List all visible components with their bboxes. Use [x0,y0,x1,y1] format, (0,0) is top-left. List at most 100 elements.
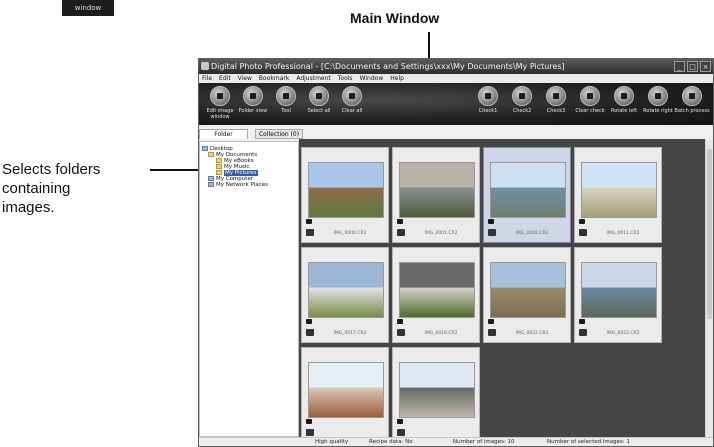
thumbnail-cell[interactable]: IMG_0001.CR2 [392,147,480,243]
thumbnail-filename: IMG_0002.CR2 [515,231,549,236]
thumbnail-image[interactable] [581,162,657,218]
select-all-label: Select all [307,108,331,114]
menu-bookmark[interactable]: Bookmark [259,74,289,83]
thumbnail-cell[interactable] [392,347,480,443]
thumbnail-image[interactable] [399,362,475,418]
camera-mark-icon [579,219,585,224]
menu-file[interactable]: File [202,74,212,83]
main-window-callout: Main Window [350,10,440,26]
raw-badge-icon [579,229,587,236]
thumbnail-image[interactable] [308,162,384,218]
batch-process-button[interactable]: Batch process [674,86,710,114]
thumbnail-filename: IMG_0023.CR2 [606,331,640,336]
check3-button[interactable]: Check3 [538,86,574,114]
camera-mark-icon [306,319,312,324]
thumbnail-cell[interactable]: IMG_0002.CR2 [483,147,571,243]
thumbnail-image[interactable] [581,262,657,318]
clear-check-icon [580,86,600,106]
check1-button[interactable]: Check1 [470,86,506,114]
folder-icon [216,158,222,163]
raw-badge-icon [397,229,405,236]
desktop-icon [202,146,208,151]
viewer-scrollbar[interactable] [705,139,713,437]
clear-all-button[interactable]: Clear all [334,86,370,114]
thumbnail-image[interactable] [399,262,475,318]
check3-label: Check3 [546,108,566,114]
batch-process-label: Batch process [674,108,710,114]
thumbnail-image[interactable] [399,162,475,218]
thumbnail-filename: IMG_0018.CR2 [424,331,458,336]
thumbnail-cell[interactable]: IMG_0022.CR2 [483,247,571,343]
thumbnail-cell[interactable]: IMG_0017.CR2 [301,247,389,343]
scrollbar-thumb[interactable] [707,149,712,319]
edit-image-window-button[interactable]: Edit image window [202,86,238,120]
raw-badge-icon [488,329,496,336]
app-icon [201,62,209,70]
thumbnail-cell[interactable]: IMG_0023.CR2 [574,247,662,343]
select-all-icon [309,86,329,106]
menu-help[interactable]: Help [390,74,404,83]
rotate-right-button[interactable]: Rotate right [640,86,676,114]
thumbnail-cell[interactable] [301,347,389,443]
menu-view[interactable]: View [238,74,252,83]
thumbnail-image[interactable] [490,262,566,318]
raw-badge-icon [306,229,314,236]
rotate-left-icon [614,86,634,106]
tree-item-label: My Network Places [216,182,268,188]
folders-callout-line1: Selects folders [2,161,101,178]
thumbnail-filename: IMG_0011.CR2 [606,231,640,236]
thumbnail-filename: IMG_0000.CR2 [333,231,367,236]
check2-button[interactable]: Check2 [504,86,540,114]
folder-view-button[interactable]: Folder view [235,86,271,114]
camera-mark-icon [397,319,403,324]
folders-callout-line2: containing [2,180,71,197]
rotate-left-button[interactable]: Rotate left [606,86,642,114]
check2-icon [512,86,532,106]
menu-edit[interactable]: Edit [219,74,231,83]
thumbnail-image[interactable] [308,362,384,418]
toolbar: Edit image window Folder view Tool Selec… [199,83,713,125]
thumbnail-image[interactable] [490,162,566,218]
thumbnail-viewer: IMG_0000.CR2 IMG_0001.CR2 IMG_0002.CR2 IMG_… [299,139,705,443]
callout-line-folders [150,169,198,171]
network-icon [208,182,214,187]
status-images: Number of images: 10 [453,439,515,445]
raw-badge-icon [397,429,405,436]
folder-tree: Desktop My Documents My eBooks My Music … [199,141,299,437]
camera-mark-icon [579,319,585,324]
tool-button[interactable]: Tool [268,86,304,114]
thumbnail-cell[interactable]: IMG_0018.CR2 [392,247,480,343]
thumbnail-image[interactable] [308,262,384,318]
menu-tools[interactable]: Tools [338,74,353,83]
tab-folder[interactable]: Folder [199,129,248,139]
thumbnail-cell[interactable]: IMG_0011.CR2 [574,147,662,243]
check1-icon [478,86,498,106]
app-window: Digital Photo Professional - [C:\Documen… [198,58,714,447]
camera-mark-icon [306,219,312,224]
close-button[interactable]: × [700,61,711,72]
rotate-right-label: Rotate right [643,108,673,114]
camera-mark-icon [488,219,494,224]
tab-collection[interactable]: Collection (0) [255,129,303,139]
thumbnail-filename: IMG_0001.CR2 [424,231,458,236]
edit-image-window-label: Edit image window [206,108,234,120]
thumbnail-filename: IMG_0017.CR2 [333,331,367,336]
raw-badge-icon [306,429,314,436]
thumbnail-cell[interactable]: IMG_0000.CR2 [301,147,389,243]
clear-check-button[interactable]: Clear check [572,86,608,114]
title-bar: Digital Photo Professional - [C:\Documen… [199,59,713,74]
status-selected-images: Number of selected images: 1 [547,439,630,445]
tree-item-my-network-places[interactable]: My Network Places [200,182,298,188]
tool-icon [276,86,296,106]
folder-icon [208,152,214,157]
status-bar: High quality Recipe data: No Number of i… [199,437,713,446]
clear-all-label: Clear all [341,108,363,114]
menu-window[interactable]: Window [360,74,384,83]
raw-badge-icon [306,329,314,336]
menu-adjustment[interactable]: Adjustment [296,74,330,83]
minimize-button[interactable]: _ [674,61,685,72]
select-all-button[interactable]: Select all [301,86,337,114]
maximize-button[interactable]: □ [687,61,698,72]
raw-badge-icon [397,329,405,336]
window-controls: _ □ × [674,61,711,72]
